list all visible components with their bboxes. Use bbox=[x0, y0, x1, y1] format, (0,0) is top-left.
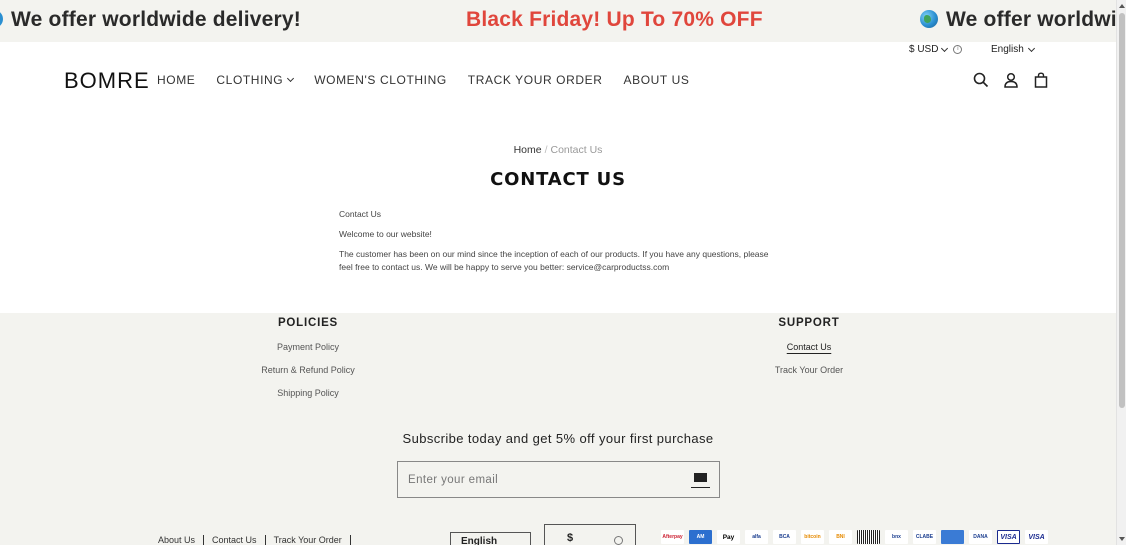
bca-icon: BCA bbox=[773, 530, 796, 544]
breadcrumb-current: Contact Us bbox=[550, 144, 603, 156]
site-logo[interactable]: BOMRE bbox=[64, 68, 150, 94]
bni-icon: BNI bbox=[829, 530, 852, 544]
alfamart-icon: alfa bbox=[745, 530, 768, 544]
site-header: $ USD i English BOMRE HOME CLOTHING WOME… bbox=[0, 42, 1116, 313]
content-paragraph: The customer has been on our mind since … bbox=[339, 249, 769, 272]
mail-icon[interactable] bbox=[690, 471, 710, 489]
nav-home[interactable]: HOME bbox=[157, 73, 195, 87]
clabe-icon: CLABE bbox=[913, 530, 936, 544]
chevron-down-icon bbox=[941, 44, 949, 52]
footer-link-contact-us[interactable]: Contact Us bbox=[709, 342, 909, 352]
info-icon bbox=[614, 536, 623, 545]
afterpay-icon: Afterpay bbox=[661, 530, 684, 544]
barcode-icon bbox=[857, 530, 880, 544]
support-title: SUPPORT bbox=[778, 317, 840, 329]
announcement-message: We offer worldwide delivery! bbox=[0, 8, 301, 32]
footer-link-track-order-bottom[interactable]: Track Your Order bbox=[266, 535, 351, 545]
apple-pay-icon: Pay bbox=[717, 530, 740, 544]
chevron-down-icon bbox=[287, 74, 295, 83]
visa-icon: VISA bbox=[1025, 530, 1048, 544]
nav-clothing[interactable]: CLOTHING bbox=[216, 73, 295, 87]
scrollbar[interactable] bbox=[1116, 0, 1126, 545]
payment-icons: Afterpay AM Pay alfa BCA bitcoin BNI bnx… bbox=[661, 530, 1048, 544]
footer-link-shipping-policy[interactable]: Shipping Policy bbox=[208, 388, 408, 398]
announcement-message: Black Friday! Up To 70% OFF bbox=[466, 8, 763, 31]
subscribe-heading: Subscribe today and get 5% off your firs… bbox=[402, 431, 714, 446]
announcement-bar: We offer worldwide delivery! Black Frida… bbox=[0, 0, 1116, 42]
chevron-down-icon bbox=[1027, 44, 1035, 52]
policies-links: Payment Policy Return & Refund Policy Sh… bbox=[208, 342, 408, 411]
footer-language-select[interactable]: English bbox=[450, 532, 531, 545]
scroll-up-icon[interactable] bbox=[1119, 4, 1125, 8]
scrollbar-thumb[interactable] bbox=[1119, 13, 1125, 408]
bitcoin-icon: bitcoin bbox=[801, 530, 824, 544]
footer-bottom-links: About Us Contact Us Track Your Order bbox=[158, 535, 351, 545]
card-icon bbox=[941, 530, 964, 544]
announcement-message: We offer worldwide bbox=[920, 8, 1116, 32]
email-input[interactable] bbox=[408, 473, 691, 486]
scroll-down-icon[interactable] bbox=[1119, 537, 1125, 541]
policies-title: POLICIES bbox=[277, 317, 339, 329]
banamex-icon: bnx bbox=[885, 530, 908, 544]
footer-currency-select[interactable]: $ bbox=[544, 524, 636, 545]
dana-icon: DANA bbox=[969, 530, 992, 544]
header-icons bbox=[973, 72, 1049, 88]
nav-about-us[interactable]: ABOUT US bbox=[624, 73, 690, 87]
language-selector[interactable]: English bbox=[991, 44, 1035, 55]
footer-link-refund-policy[interactable]: Return & Refund Policy bbox=[208, 365, 408, 375]
currency-selector[interactable]: $ USD i bbox=[909, 44, 963, 55]
site-footer: POLICIES Payment Policy Return & Refund … bbox=[0, 313, 1116, 545]
page-title: CONTACT US bbox=[490, 169, 626, 190]
info-icon: i bbox=[953, 45, 963, 54]
nav-track-order[interactable]: TRACK YOUR ORDER bbox=[468, 73, 603, 87]
footer-link-about-us[interactable]: About Us bbox=[158, 535, 205, 545]
amex-icon: AM bbox=[689, 530, 712, 544]
search-icon[interactable] bbox=[973, 72, 989, 88]
content-paragraph: Welcome to our website! bbox=[339, 229, 432, 239]
breadcrumb-separator: / bbox=[544, 144, 548, 156]
main-nav: HOME CLOTHING WOMEN'S CLOTHING TRACK YOU… bbox=[157, 73, 689, 87]
globe-icon bbox=[920, 10, 938, 28]
visa-icon: VISA bbox=[997, 530, 1020, 544]
breadcrumb-home[interactable]: Home bbox=[514, 144, 542, 156]
support-links: Contact Us Track Your Order bbox=[709, 342, 909, 388]
content-paragraph: Contact Us bbox=[339, 209, 382, 219]
page-content: Contact Us Welcome to our website! The c… bbox=[339, 208, 769, 281]
footer-link-contact-us-bottom[interactable]: Contact Us bbox=[204, 535, 266, 545]
cart-icon[interactable] bbox=[1033, 72, 1049, 88]
footer-link-track-order[interactable]: Track Your Order bbox=[709, 365, 909, 375]
account-icon[interactable] bbox=[1003, 72, 1019, 88]
breadcrumb: Home / Contact Us bbox=[0, 144, 1116, 156]
footer-link-payment-policy[interactable]: Payment Policy bbox=[208, 342, 408, 352]
nav-womens-clothing[interactable]: WOMEN'S CLOTHING bbox=[314, 73, 447, 87]
email-signup bbox=[397, 461, 720, 498]
globe-icon bbox=[0, 10, 3, 28]
